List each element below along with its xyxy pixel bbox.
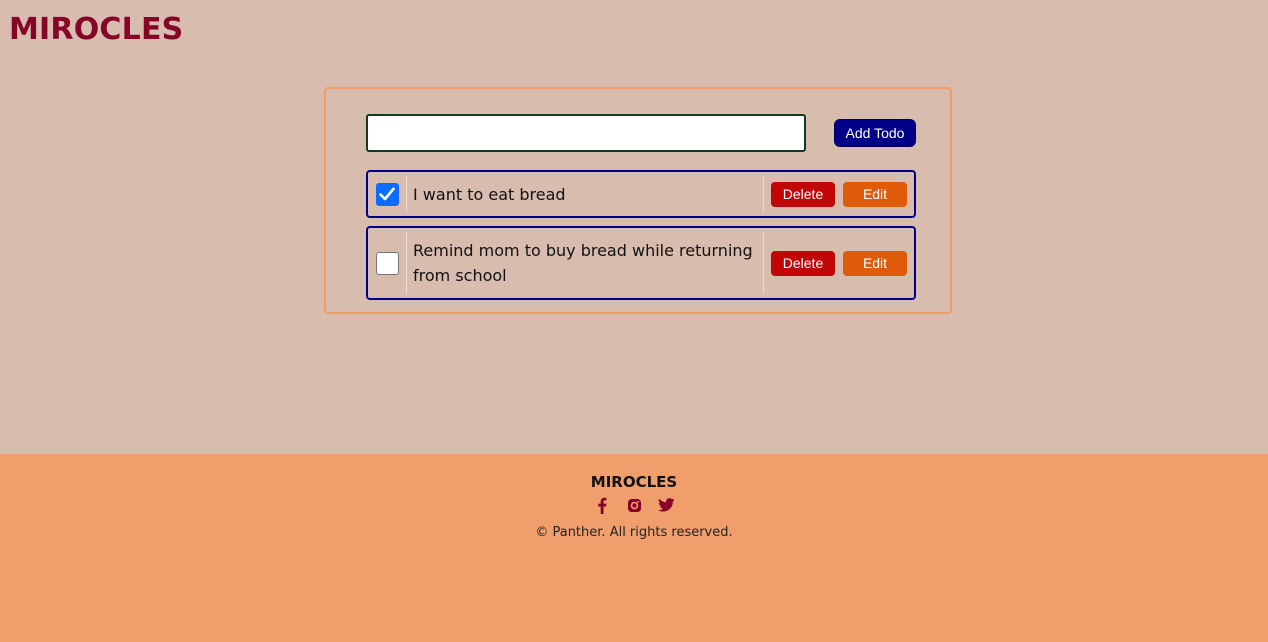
twitter-icon[interactable]: [657, 496, 675, 514]
footer-brand: MIROCLES: [590, 473, 678, 491]
footer: MIROCLES © Panther. All rights reserved.: [0, 454, 1268, 642]
app-brand: MIROCLES: [9, 12, 184, 47]
delete-button[interactable]: Delete: [771, 250, 835, 276]
todo-input[interactable]: [366, 114, 806, 152]
todo-text: Remind mom to buy bread while returning …: [407, 232, 764, 294]
todo-item: Remind mom to buy bread while returning …: [366, 226, 916, 300]
todo-actions: Delete Edit: [764, 172, 914, 216]
todo-card: Add Todo I want to eat bread Delete Edit…: [324, 87, 952, 314]
add-todo-button[interactable]: Add Todo: [834, 119, 916, 147]
todo-check-cell: [368, 232, 407, 294]
todo-text: I want to eat bread: [407, 176, 764, 212]
todo-checkbox[interactable]: [375, 182, 399, 206]
todo-checkbox[interactable]: [375, 251, 399, 275]
todo-item: I want to eat bread Delete Edit: [366, 170, 916, 218]
copyright-text: © Panther. All rights reserved.: [535, 525, 733, 540]
todo-check-cell: [368, 176, 407, 212]
edit-button[interactable]: Edit: [843, 250, 907, 276]
delete-button[interactable]: Delete: [771, 181, 835, 207]
social-links: [0, 496, 1268, 514]
instagram-icon[interactable]: [625, 496, 643, 514]
todo-actions: Delete Edit: [764, 228, 914, 298]
checkmark-icon: [379, 187, 395, 201]
facebook-icon[interactable]: [593, 496, 611, 514]
edit-button[interactable]: Edit: [843, 181, 907, 207]
